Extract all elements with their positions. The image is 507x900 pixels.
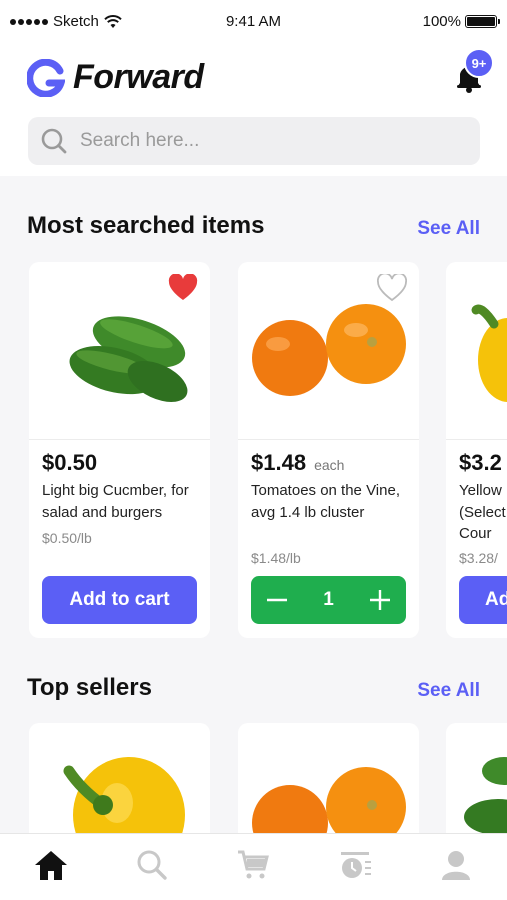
tab-bar [0, 833, 507, 900]
plus-icon[interactable] [368, 588, 392, 612]
logo-text: Forward [73, 58, 204, 96]
search-icon [137, 850, 167, 880]
product-price-per-lb: $3.28/ [459, 550, 498, 566]
product-image-yellow-pepper[interactable] [446, 262, 507, 440]
app-header: Forward 9+ [0, 44, 507, 176]
product-name: Tomatoes on the Vine, avg 1.4 lb cluster [251, 482, 400, 521]
home-icon [34, 851, 67, 880]
status-bar: Sketch 9:41 AM 100% [0, 0, 507, 44]
tab-profile[interactable] [436, 847, 476, 883]
app-logo[interactable]: Forward [27, 58, 204, 97]
add-to-cart-button[interactable]: Ad [459, 576, 507, 624]
add-to-cart-button[interactable]: Add to cart [42, 576, 197, 624]
quantity-stepper: 1 [251, 576, 406, 624]
search-icon [41, 128, 67, 154]
minus-icon[interactable] [265, 588, 289, 612]
see-all-top-sellers[interactable]: See All [417, 680, 480, 702]
product-price: $0.50 [42, 450, 98, 475]
search-input[interactable] [80, 130, 440, 152]
search-bar[interactable] [28, 117, 480, 165]
product-price-per-lb: $1.48/lb [251, 550, 301, 566]
product-name: Yellow (Select 3 Cour [459, 482, 506, 542]
see-all-most-searched[interactable]: See All [417, 218, 480, 240]
section-title-most-searched: Most searched items [27, 212, 265, 239]
tab-orders[interactable] [335, 847, 375, 883]
cart-icon [238, 850, 270, 879]
product-unit: each [314, 457, 345, 473]
product-card[interactable]: $1.48 each Tomatoes on the Vine, avg 1.4 … [238, 262, 419, 638]
tab-cart[interactable] [233, 847, 273, 883]
product-card[interactable]: $0.50 Light big Cucmber, for salad and b… [29, 262, 210, 638]
product-price-per-lb: $0.50/lb [42, 530, 92, 546]
heart-filled-icon[interactable] [168, 274, 198, 302]
product-name: Light big Cucmber, for salad and burgers [42, 482, 189, 521]
profile-icon [442, 851, 471, 880]
product-card[interactable]: $3.2 Yellow (Select 3 Cour $3.28/ Ad [446, 262, 507, 638]
logo-mark-icon [27, 58, 65, 97]
tab-search[interactable] [132, 847, 172, 883]
battery-percent: 100% [422, 13, 461, 30]
orders-icon [340, 852, 371, 878]
product-image-tomato[interactable] [238, 262, 419, 440]
heart-outline-icon[interactable] [377, 274, 407, 302]
quantity-value: 1 [323, 589, 334, 610]
product-image-cucumber[interactable] [29, 262, 210, 440]
battery-icon [465, 15, 500, 28]
section-title-top-sellers: Top sellers [27, 674, 152, 701]
notification-badge: 9+ [464, 48, 494, 78]
tab-home[interactable] [31, 847, 71, 883]
product-price: $1.48 each [251, 450, 345, 475]
yellow-pepper-image [471, 304, 507, 402]
product-price: $3.2 [459, 450, 502, 475]
